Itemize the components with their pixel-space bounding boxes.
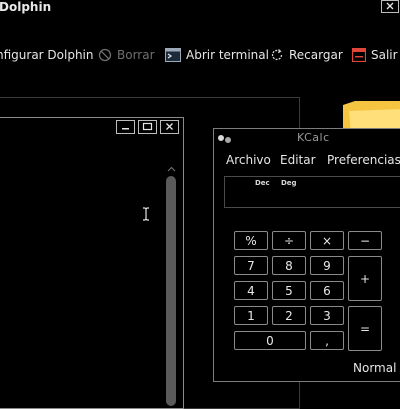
quit-icon [352,48,366,62]
key-7[interactable]: 7 [234,256,268,275]
key-decimal[interactable]: , [310,331,344,350]
mode-indicator: Normal [353,361,397,375]
calc-display: Dec Deg [224,176,400,208]
scroll-up-icon[interactable] [167,161,176,175]
window-close-icon[interactable] [160,120,179,134]
key-4[interactable]: 4 [234,281,268,300]
prohibited-icon [98,48,112,62]
toolbar-quit-label: Salir [371,48,398,62]
key-1[interactable]: 1 [234,306,268,325]
kcalc-app-icon [217,133,233,147]
window-title: Dolphin [0,0,52,14]
kcalc-menubar: Archivo Editar Preferencias [214,151,400,171]
key-2[interactable]: 2 [272,306,306,325]
kcalc-title: KCalc [297,131,330,144]
toolbar-delete-label: Borrar [117,48,155,62]
reload-icon [270,48,284,62]
key-3[interactable]: 3 [310,306,344,325]
toolbar-delete-button[interactable]: Borrar [98,46,155,64]
key-0[interactable]: 0 [234,331,306,350]
menu-preferencias[interactable]: Preferencias [327,153,400,167]
key-9[interactable]: 9 [310,256,344,275]
key-6[interactable]: 6 [310,281,344,300]
key-5[interactable]: 5 [272,281,306,300]
toolbar-quit-button[interactable]: Salir [352,46,398,64]
close-icon[interactable] [381,0,399,13]
angle-indicator: Deg [281,179,297,187]
key-8[interactable]: 8 [272,256,306,275]
file-window [0,117,184,409]
key-percent[interactable]: % [234,231,268,250]
key-equals[interactable]: = [348,306,382,351]
toolbar-terminal-label: Abrir terminal [186,48,269,62]
key-plus[interactable]: + [348,256,382,301]
minimize-icon[interactable] [116,120,135,134]
window-titlebar[interactable]: Dolphin [0,0,400,18]
key-multiply[interactable]: × [310,231,344,250]
scrollbar[interactable] [166,176,176,406]
menu-editar[interactable]: Editar [280,153,316,167]
maximize-icon[interactable] [138,120,157,134]
text-cursor-icon [142,207,150,224]
toolbar-configure-label: nfigurar Dolphin [0,48,94,62]
toolbar-reload-label: Recargar [289,48,343,62]
toolbar-configure-button[interactable]: nfigurar Dolphin [0,46,94,64]
terminal-icon [165,48,181,62]
base-indicator: Dec [255,179,270,187]
key-divide[interactable]: ÷ [272,231,306,250]
kcalc-window: KCalc Archivo Editar Preferencias Dec De… [213,128,400,382]
toolbar-terminal-button[interactable]: Abrir terminal [165,46,269,64]
key-minus[interactable]: − [348,231,382,250]
toolbar-reload-button[interactable]: Recargar [270,46,343,64]
menu-archivo[interactable]: Archivo [226,153,271,167]
kcalc-titlebar[interactable]: KCalc [214,129,400,147]
